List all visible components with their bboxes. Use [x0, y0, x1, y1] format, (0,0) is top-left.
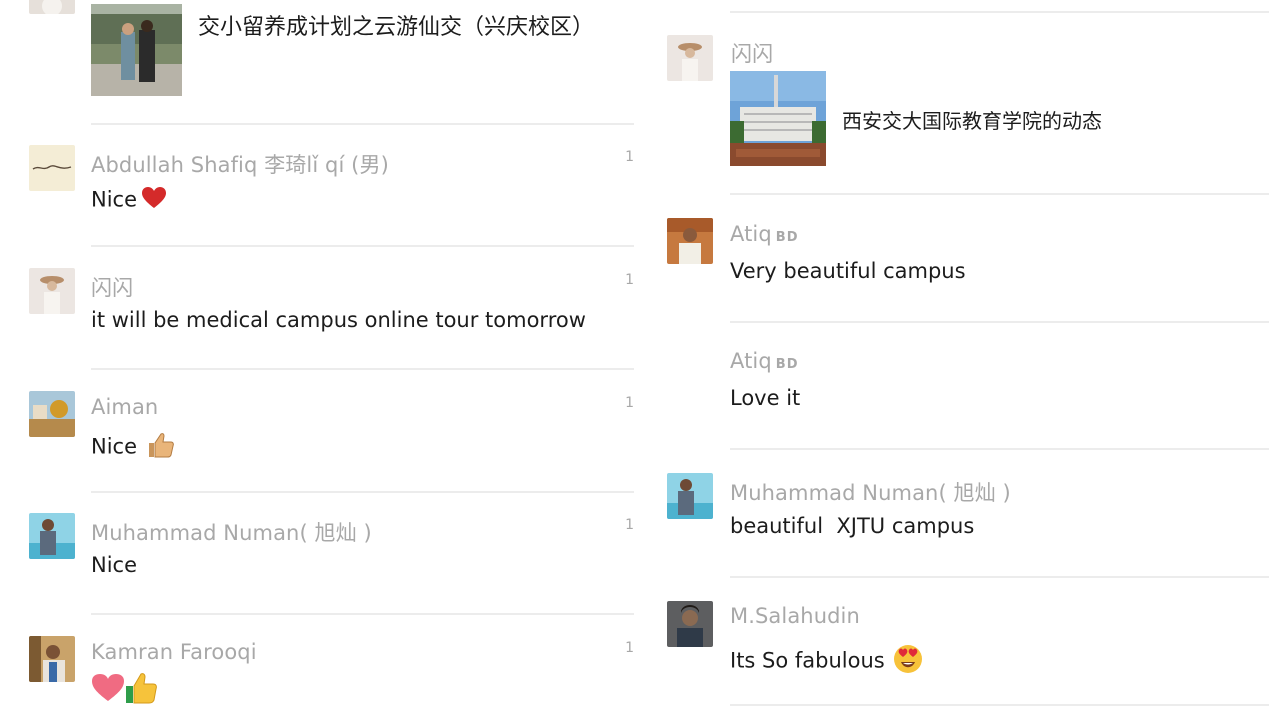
- avatar[interactable]: [29, 391, 75, 437]
- comment-text: Nice: [91, 432, 175, 463]
- divider: [730, 11, 1269, 13]
- avatar[interactable]: [29, 0, 75, 14]
- comment-author[interactable]: 闪闪: [91, 272, 133, 302]
- avatar[interactable]: [29, 636, 75, 682]
- comment-text: Love it: [730, 386, 801, 410]
- like-count: 1: [625, 517, 634, 533]
- comment-text: Nice: [91, 186, 167, 215]
- comment-author[interactable]: Kamran Farooqi: [91, 640, 257, 664]
- divider: [91, 613, 634, 615]
- comment-text: Nice: [91, 553, 138, 577]
- divider: [730, 576, 1269, 578]
- comment-author-name: Atiq: [730, 349, 772, 373]
- avatar[interactable]: [29, 145, 75, 191]
- shared-post-thumbnail[interactable]: [91, 4, 182, 96]
- like-count: 1: [625, 149, 634, 165]
- like-count: 1: [625, 395, 634, 411]
- comment-text-content: Nice: [91, 434, 138, 459]
- divider: [91, 245, 634, 247]
- divider: [730, 193, 1269, 195]
- shared-post-thumbnail[interactable]: [730, 71, 826, 166]
- heart-eyes-icon: [893, 644, 923, 679]
- comment-text: beautiful XJTU campus: [730, 514, 975, 538]
- comment-author[interactable]: Atiq BD: [730, 222, 799, 246]
- divider: [730, 448, 1269, 450]
- divider: [91, 123, 634, 125]
- post-author[interactable]: 闪闪: [731, 38, 773, 68]
- comment-author[interactable]: Abdullah Shafiq 李琦lǐ qí (男): [91, 149, 389, 179]
- comment-text-content: Nice: [91, 187, 138, 212]
- shared-post-title[interactable]: 交小留养成计划之云游仙交（兴庆校区）: [198, 9, 594, 41]
- comment-author[interactable]: Muhammad Numan( 旭灿 ): [730, 477, 1011, 507]
- thumbs-up-icon: [125, 672, 157, 709]
- country-badge: BD: [775, 357, 799, 372]
- avatar[interactable]: [667, 218, 713, 264]
- comment-author[interactable]: M.Salahudin: [730, 604, 860, 628]
- avatar[interactable]: [29, 513, 75, 559]
- thumbs-up-icon: [147, 432, 175, 463]
- avatar[interactable]: [667, 473, 713, 519]
- shared-post-title[interactable]: 西安交大国际教育学院的动态: [842, 105, 1102, 134]
- comment-text: it will be medical campus online tour to…: [91, 308, 586, 332]
- country-badge: BD: [775, 230, 799, 245]
- comment-text: Very beautiful campus: [730, 259, 966, 283]
- divider: [730, 704, 1269, 706]
- comment-author[interactable]: Aiman: [91, 395, 158, 419]
- divider: [730, 321, 1269, 323]
- comment-text: Its So fabulous: [730, 644, 923, 679]
- comment-author[interactable]: Muhammad Numan( 旭灿 ): [91, 517, 372, 547]
- comment-text-content: Its So fabulous: [730, 648, 885, 673]
- heart-icon: [141, 186, 167, 215]
- like-count: 1: [625, 640, 634, 656]
- like-count: 1: [625, 272, 634, 288]
- comment-text: [91, 672, 157, 709]
- heart-icon: [91, 673, 125, 708]
- avatar[interactable]: [29, 268, 75, 314]
- avatar[interactable]: [667, 35, 713, 81]
- divider: [91, 368, 634, 370]
- comment-author-name: Atiq: [730, 222, 772, 246]
- avatar[interactable]: [667, 601, 713, 647]
- divider: [91, 491, 634, 493]
- comment-author[interactable]: Atiq BD: [730, 349, 799, 373]
